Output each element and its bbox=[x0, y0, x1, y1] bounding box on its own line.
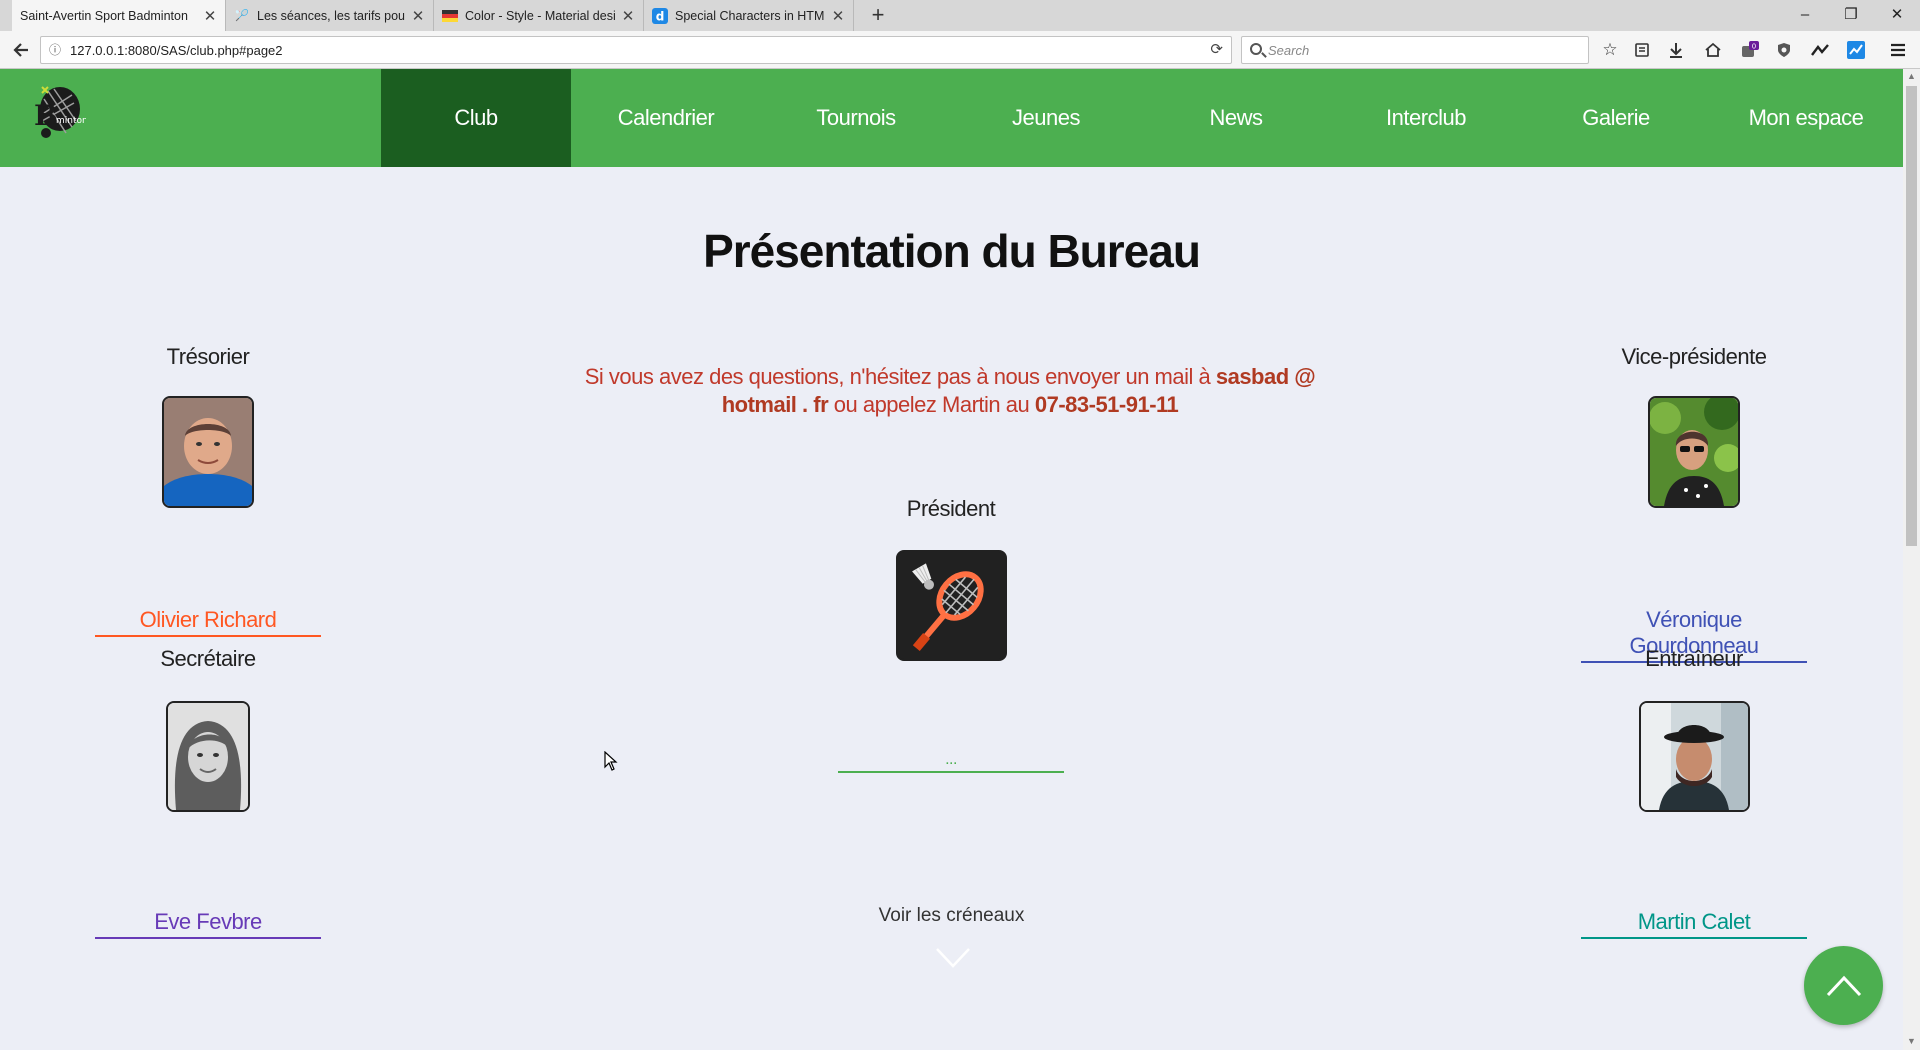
svg-text:d: d bbox=[656, 9, 665, 23]
chevron-down-icon[interactable] bbox=[936, 947, 970, 969]
page-title: Présentation du Bureau bbox=[703, 225, 1201, 277]
search-input[interactable]: Search bbox=[1241, 36, 1589, 64]
reading-list-icon[interactable] bbox=[1629, 37, 1655, 63]
tresorier-name[interactable]: Olivier Richard bbox=[95, 607, 321, 637]
hamburger-menu-icon[interactable] bbox=[1885, 37, 1911, 63]
site-header: B minton Club Calendrier Tournois Jeunes… bbox=[0, 69, 1903, 167]
entraineur-photo bbox=[1639, 701, 1750, 812]
tab-special-characters[interactable]: d Special Characters in HTML ✕ bbox=[644, 0, 854, 31]
tab-seances[interactable]: 🏸 Les séances, les tarifs pour 2 ✕ bbox=[226, 0, 434, 31]
download-icon[interactable] bbox=[1663, 37, 1689, 63]
chart-extension-icon[interactable] bbox=[1843, 37, 1869, 63]
page-viewport: B minton Club Calendrier Tournois Jeunes… bbox=[0, 69, 1903, 1050]
material-favicon-icon bbox=[442, 8, 458, 24]
menu-item-galerie[interactable]: Galerie bbox=[1521, 69, 1711, 167]
d-favicon-icon: d bbox=[652, 7, 668, 24]
home-icon[interactable] bbox=[1700, 37, 1726, 63]
scroll-to-top-button[interactable] bbox=[1804, 946, 1883, 1025]
tab-title: Special Characters in HTML bbox=[675, 8, 825, 23]
scroll-up-icon[interactable]: ▲ bbox=[1906, 71, 1917, 81]
close-icon[interactable]: ✕ bbox=[203, 7, 217, 25]
tab-material-color[interactable]: Color - Style - Material desig ✕ bbox=[434, 0, 644, 31]
secretaire-photo bbox=[166, 701, 250, 812]
tresorier-photo bbox=[162, 396, 254, 508]
close-icon[interactable]: ✕ bbox=[831, 7, 845, 25]
vice-presidente-photo bbox=[1648, 396, 1740, 508]
menu-item-news[interactable]: News bbox=[1141, 69, 1331, 167]
wave-extension-icon[interactable] bbox=[1807, 37, 1833, 63]
tab-title: Les séances, les tarifs pour 2 bbox=[257, 8, 405, 23]
shield-icon[interactable] bbox=[1771, 37, 1797, 63]
contact-phone[interactable]: 07-83-51-91-11 bbox=[1035, 392, 1179, 417]
menu-item-jeunes[interactable]: Jeunes bbox=[951, 69, 1141, 167]
close-window-button[interactable]: ✕ bbox=[1874, 0, 1920, 31]
role-president: Président bbox=[906, 496, 996, 521]
bookmark-star-icon[interactable]: ☆ bbox=[1597, 37, 1623, 63]
role-entraineur: Entraîneur bbox=[1645, 646, 1743, 671]
minimize-button[interactable]: – bbox=[1782, 0, 1828, 31]
url-text[interactable]: 127.0.0.1:8080/SAS/club.php#page2 bbox=[70, 43, 283, 58]
extension-badge-icon[interactable]: 0 bbox=[1737, 37, 1763, 63]
info-icon[interactable]: ⓘ bbox=[47, 42, 63, 58]
menu-item-mon-espace[interactable]: Mon espace bbox=[1711, 69, 1901, 167]
menu-item-calendrier[interactable]: Calendrier bbox=[571, 69, 761, 167]
svg-text:B: B bbox=[34, 99, 58, 132]
role-tresorier: Trésorier bbox=[166, 344, 250, 369]
president-name[interactable]: ... bbox=[838, 751, 1064, 773]
restore-button[interactable]: ❐ bbox=[1828, 0, 1874, 31]
scrollbar-thumb[interactable] bbox=[1906, 86, 1917, 546]
url-bar[interactable]: ⓘ 127.0.0.1:8080/SAS/club.php#page2 ⟳ bbox=[40, 36, 1232, 64]
badminton-racket-icon bbox=[898, 552, 1005, 659]
browser-nav-bar: ⓘ 127.0.0.1:8080/SAS/club.php#page2 ⟳ Se… bbox=[0, 31, 1920, 69]
tab-title: Color - Style - Material desig bbox=[465, 8, 615, 23]
badminton-logo[interactable]: B minton bbox=[28, 83, 88, 141]
mouse-cursor-icon bbox=[604, 751, 618, 771]
tab-saint-avertin[interactable]: Saint-Avertin Sport Badminton ✕ bbox=[12, 0, 226, 31]
back-button[interactable] bbox=[8, 37, 34, 63]
role-vice-presidente: Vice-présidente bbox=[1621, 344, 1767, 369]
close-icon[interactable]: ✕ bbox=[621, 7, 635, 25]
voir-creneaux-link[interactable]: Voir les créneaux bbox=[0, 905, 1903, 927]
scroll-down-icon[interactable]: ▼ bbox=[1906, 1036, 1917, 1046]
menu-item-tournois[interactable]: Tournois bbox=[761, 69, 951, 167]
back-arrow-icon bbox=[13, 43, 28, 57]
role-secretaire: Secrétaire bbox=[160, 646, 256, 671]
menu-item-club[interactable]: Club bbox=[381, 69, 571, 167]
menu-item-interclub[interactable]: Interclub bbox=[1331, 69, 1521, 167]
chevron-up-icon bbox=[1826, 975, 1861, 996]
reload-icon[interactable]: ⟳ bbox=[1210, 40, 1223, 58]
president-placeholder-image bbox=[896, 550, 1007, 661]
tab-title: Saint-Avertin Sport Badminton bbox=[20, 8, 188, 23]
svg-text:0: 0 bbox=[1752, 43, 1756, 51]
svg-text:minton: minton bbox=[56, 116, 86, 126]
browser-tab-bar: Saint-Avertin Sport Badminton ✕ 🏸 Les sé… bbox=[0, 0, 1920, 31]
contact-between: ou appelez Martin au bbox=[828, 392, 1035, 417]
search-icon bbox=[1250, 43, 1262, 55]
close-icon[interactable]: ✕ bbox=[411, 7, 425, 25]
contact-intro: Si vous avez des questions, n'hésitez pa… bbox=[584, 364, 1216, 389]
badminton-favicon-icon: 🏸 bbox=[235, 10, 249, 22]
search-placeholder: Search bbox=[1268, 43, 1310, 58]
new-tab-button[interactable]: + bbox=[864, 0, 892, 31]
contact-text: Si vous avez des questions, n'hésitez pa… bbox=[560, 363, 1340, 419]
